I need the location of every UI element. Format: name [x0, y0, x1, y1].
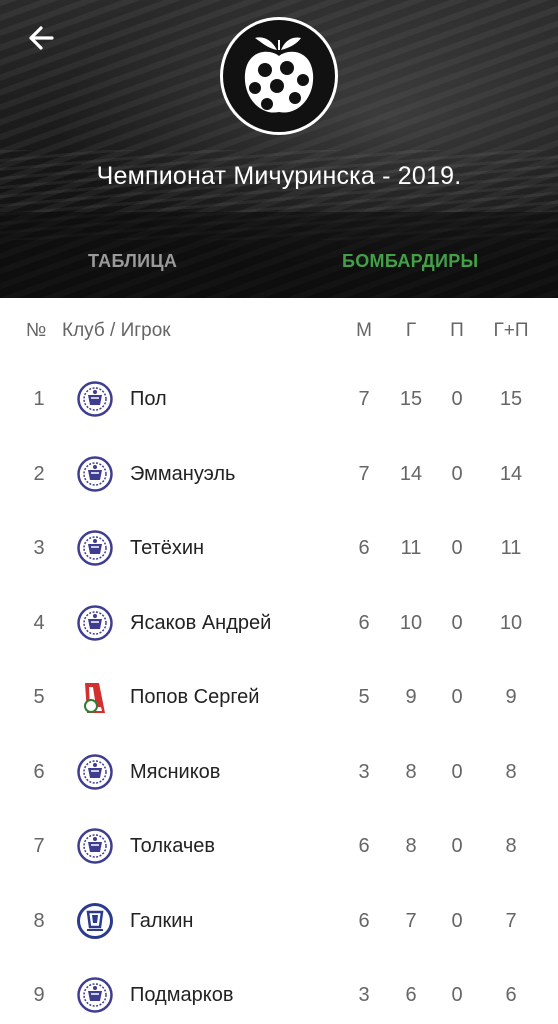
player-name: Мясников	[130, 760, 221, 783]
table-row[interactable]: 3 Тетёхин 6 11 0 11	[0, 511, 558, 585]
goals-value: 8	[405, 835, 417, 857]
table-row[interactable]: 1 Пол 7 15 0 15	[0, 362, 558, 436]
goals-value: 7	[405, 909, 417, 932]
goals-value: 11	[400, 537, 422, 559]
goals-value: 8	[405, 760, 417, 783]
goals-plus-assists-value: 15	[499, 388, 523, 410]
club-crest-icon	[77, 754, 113, 790]
table-row[interactable]: 8 Галкин 6 7 0 7	[0, 884, 558, 958]
row-rank: 4	[33, 611, 45, 634]
tab-bar: ТАБЛИЦА БОМБАРДИРЫ	[0, 212, 558, 298]
championship-title: Чемпионат Мичуринска - 2019.	[96, 162, 462, 190]
club-crest-icon	[77, 605, 113, 641]
assists-value: 0	[451, 760, 463, 783]
table-row[interactable]: 5 Попов Сергей 5 9 0 9	[0, 660, 558, 734]
row-rank: 8	[33, 909, 45, 932]
goals-plus-assists-value: 8	[505, 760, 517, 783]
assists-value: 0	[451, 462, 463, 485]
player-name: Эммануэль	[130, 462, 236, 485]
goals-plus-assists-value: 8	[505, 835, 517, 857]
table-row[interactable]: 2 Эммануэль 7 14 0 14	[0, 437, 558, 511]
player-name: Ясаков Андрей	[130, 611, 272, 634]
table-row[interactable]: 4 Ясаков Андрей 6 10 0 10	[0, 586, 558, 660]
club-crest-icon	[77, 530, 113, 566]
league-logo	[220, 17, 338, 135]
tab-table[interactable]: ТАБЛИЦА	[88, 251, 177, 272]
matches-value: 6	[358, 909, 370, 932]
matches-value: 3	[358, 760, 370, 783]
row-rank: 6	[33, 760, 45, 783]
assists-value: 0	[451, 984, 463, 1006]
assists-value: 0	[451, 909, 463, 932]
matches-value: 6	[358, 835, 370, 857]
row-rank: 9	[33, 984, 45, 1006]
club-crest-icon	[77, 828, 113, 864]
table-row[interactable]: 9 Подмарков 3 6 0 6	[0, 958, 558, 1024]
column-club-player: Клуб / Игрок	[62, 320, 171, 341]
row-rank: 2	[33, 462, 45, 485]
club-crest-icon	[77, 977, 113, 1013]
column-goals-plus-assists: Г+П	[493, 320, 529, 341]
row-rank: 7	[33, 835, 45, 857]
goals-plus-assists-value: 14	[499, 462, 523, 485]
column-goals: Г	[405, 320, 417, 341]
row-rank: 3	[33, 537, 45, 559]
tab-scorers[interactable]: БОМБАРДИРЫ	[342, 251, 478, 272]
matches-value: 6	[358, 611, 370, 634]
club-crest-icon	[77, 456, 113, 492]
lokomotiv-crest-icon	[77, 679, 113, 715]
row-rank: 1	[33, 388, 45, 410]
matches-value: 7	[358, 388, 370, 410]
player-name: Тетёхин	[130, 537, 205, 559]
player-name: Галкин	[130, 909, 194, 932]
goals-plus-assists-value: 9	[505, 686, 517, 708]
apple-football-logo-icon	[244, 37, 314, 113]
goals-value: 15	[399, 388, 423, 410]
row-rank: 5	[33, 686, 45, 708]
goals-plus-assists-value: 6	[505, 984, 517, 1006]
column-assists: П	[450, 320, 464, 341]
player-name: Пол	[130, 388, 167, 410]
goals-value: 10	[399, 611, 423, 634]
matches-value: 5	[358, 686, 370, 708]
goals-plus-assists-value: 7	[505, 909, 517, 932]
championship-header: Чемпионат Мичуринска - 2019. ТАБЛИЦА БОМ…	[0, 0, 558, 298]
table-row[interactable]: 7 Толкачев 6 8 0 8	[0, 809, 558, 883]
dynamo-crest-icon	[77, 903, 113, 939]
player-name: Подмарков	[130, 984, 234, 1006]
column-number: №	[26, 320, 47, 341]
goals-plus-assists-value: 10	[499, 611, 523, 634]
goals-value: 6	[405, 984, 417, 1006]
assists-value: 0	[451, 686, 463, 708]
matches-value: 6	[358, 537, 370, 559]
back-button[interactable]	[22, 20, 62, 56]
matches-value: 7	[358, 462, 370, 485]
assists-value: 0	[451, 611, 463, 634]
assists-value: 0	[451, 835, 463, 857]
assists-value: 0	[451, 388, 463, 410]
goals-plus-assists-value: 11	[500, 537, 522, 559]
assists-value: 0	[451, 537, 463, 559]
goals-value: 14	[399, 462, 423, 485]
matches-value: 3	[358, 984, 370, 1006]
arrow-left-icon	[29, 26, 54, 50]
table-row[interactable]: 6 Мясников 3 8 0 8	[0, 735, 558, 809]
player-name: Толкачев	[130, 835, 216, 857]
column-matches: М	[356, 320, 372, 341]
goals-value: 9	[405, 686, 417, 708]
player-name: Попов Сергей	[130, 686, 260, 708]
club-crest-icon	[77, 381, 113, 417]
